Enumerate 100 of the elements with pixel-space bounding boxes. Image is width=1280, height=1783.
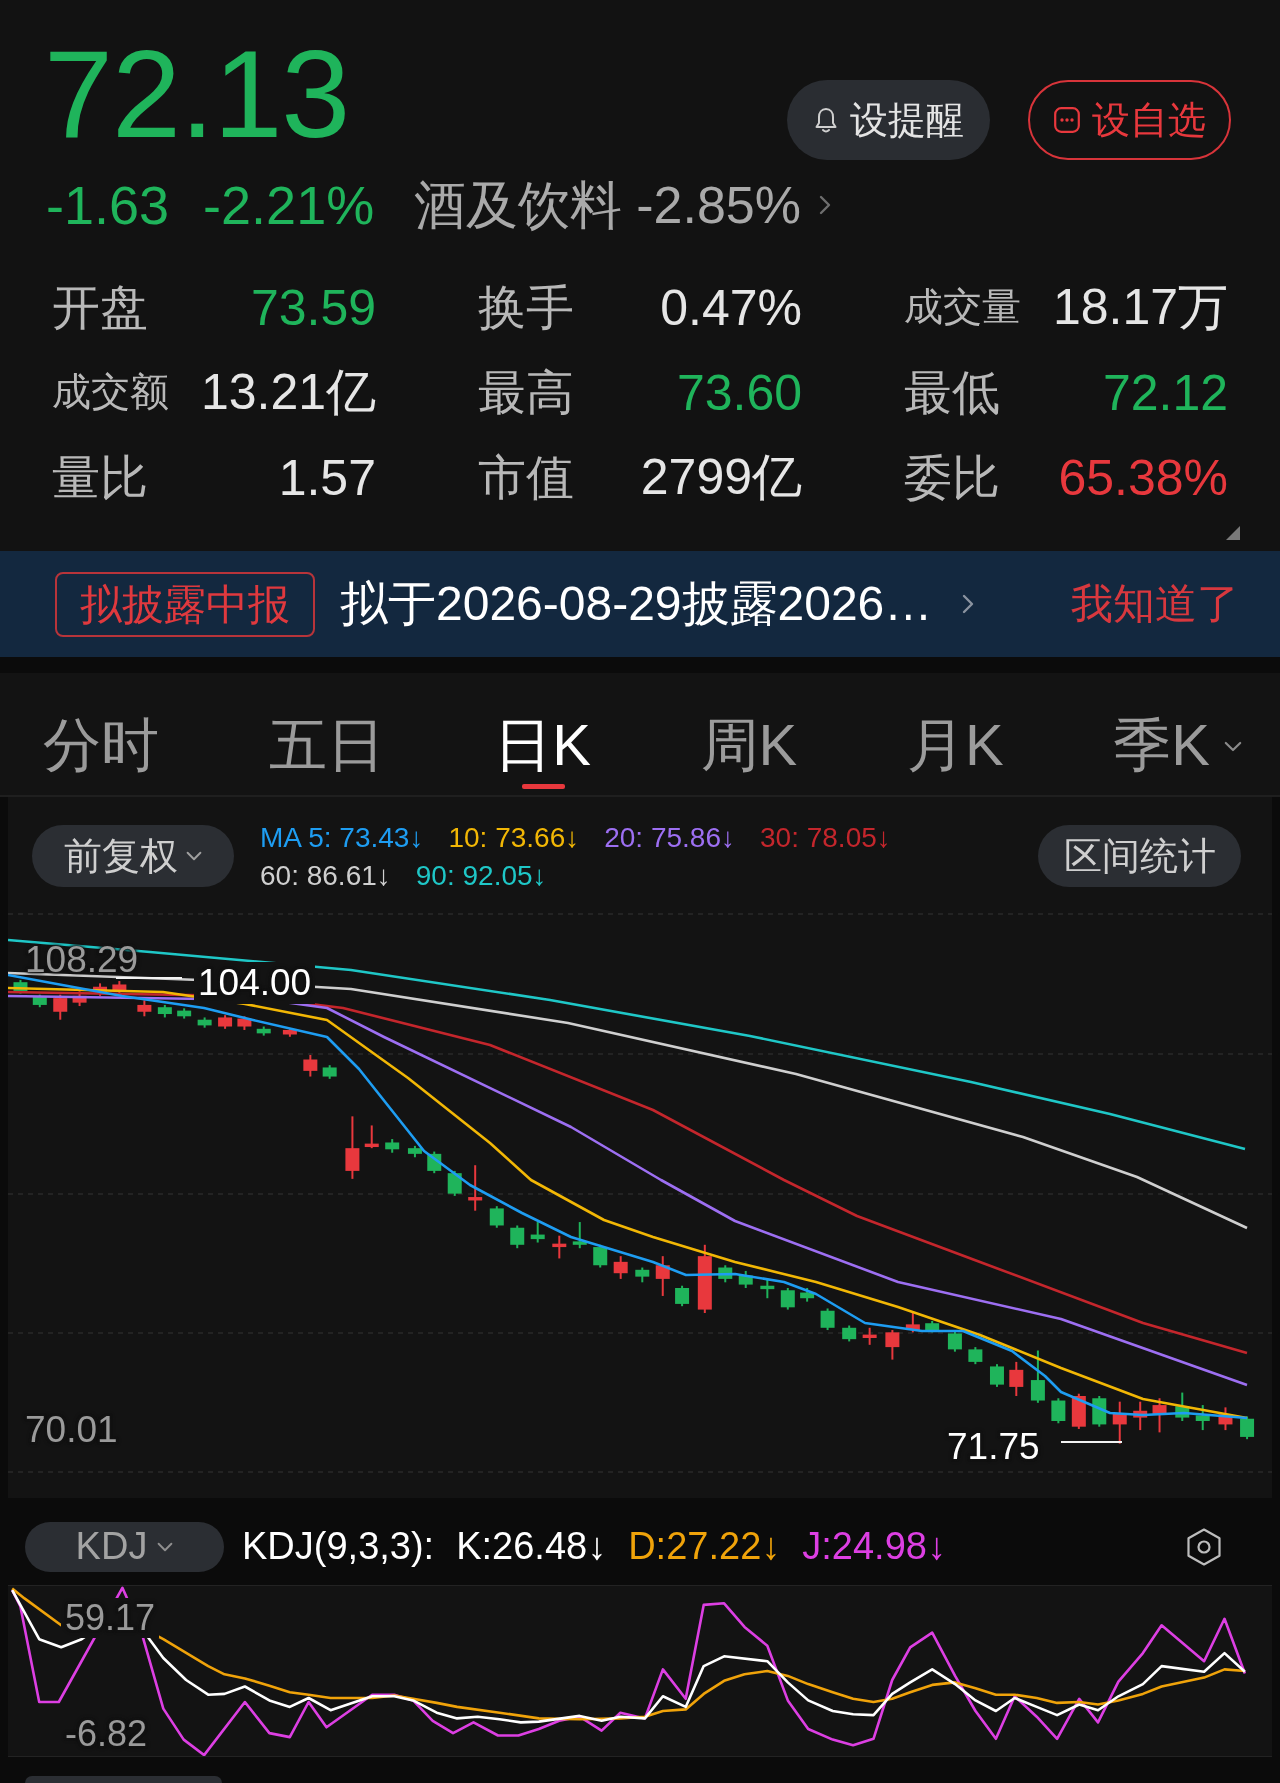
candle [407,1144,422,1159]
ma-legend-item: 60: 86.61↓ [260,859,391,893]
stat-label: 市值 [478,449,574,506]
candle [1152,1397,1167,1434]
stat-label: 换手 [478,279,574,336]
candle [197,1016,212,1029]
candle [655,1255,670,1297]
settings-icon[interactable] [1187,1527,1221,1566]
candle [322,1064,337,1080]
candle [842,1324,857,1343]
range-stats-button[interactable]: 区间统计 [1038,825,1241,887]
ma-legend-item: 30: 78.05↓ [760,821,891,855]
stat-value: 73.60 [676,363,802,422]
candle [760,1277,775,1300]
ma-legend-item: 10: 73.66↓ [448,821,580,855]
chevron-right-icon [962,594,975,614]
stat-label: 成交量 [904,284,1021,330]
chevron-down-icon [186,851,202,861]
expand-triangle-icon[interactable] [1226,526,1240,540]
candle [447,1169,462,1197]
candle [697,1243,712,1314]
price-change: -1.63 [46,174,170,237]
kdj-title: KDJ(9,3,3): [242,1525,435,1568]
period-tab[interactable]: 五日 [268,673,385,795]
candle [427,1150,442,1175]
candle [72,990,87,1008]
period-tab[interactable]: 日K [494,673,591,795]
stat-value: 18.17万 [1052,278,1228,337]
adjustment-selector[interactable]: 前复权 [32,825,234,887]
stat-value: 72.12 [1102,363,1228,422]
candle [635,1266,650,1284]
stat-label: 成交额 [52,369,169,415]
candle [613,1255,628,1280]
max-price-label: 104.00 [194,962,316,1004]
candle [738,1269,753,1289]
ma-legend-item: 90: 92.05↓ [415,859,547,893]
set-alert-button[interactable]: 设提醒 [787,80,990,160]
candle [157,1003,172,1019]
candle [862,1326,877,1346]
candle [510,1224,525,1250]
ma-legend-item: MA 5: 73.43↓ [260,821,424,855]
sector-link[interactable]: 酒及饮料 -2.85% [414,165,831,245]
candle [93,982,108,997]
candle [1240,1415,1255,1441]
candle [572,1221,587,1250]
stat-value: 2799亿 [640,448,802,507]
stat-value: 13.21亿 [200,363,376,422]
chevron-down-icon [1223,740,1242,752]
candle [468,1164,483,1212]
stat-label: 最高 [478,364,574,421]
chevron-down-icon [157,1541,174,1552]
candle [385,1138,400,1154]
stat-label: 开盘 [52,279,148,336]
candle [780,1287,795,1311]
add-watchlist-button[interactable]: 设自选 [1028,80,1231,160]
period-tab[interactable]: 周K [700,673,798,795]
candle [885,1329,900,1361]
stat-label: 委比 [904,449,1000,506]
ma-legend-item: 20: 75.86↓ [604,821,735,855]
leader-line [1061,1441,1122,1443]
candle [968,1346,983,1366]
candle [1071,1392,1086,1430]
stat-value: 1.57 [278,448,376,507]
stat-label: 最低 [904,364,1000,421]
stat-value: 73.59 [250,278,376,337]
kdj-value: J:24.98↓ [802,1525,946,1568]
axis-label: 70.01 [25,1409,118,1451]
report-tag: 拟披露中报 [55,571,315,637]
candle [675,1284,690,1308]
axis-label: 59.17 [61,1598,160,1638]
notice-link[interactable]: 拟于2026-08-29披露2026… [340,572,975,636]
leader-line [116,977,182,979]
candle [530,1221,545,1244]
period-tab[interactable]: 季K [1113,673,1242,795]
candle [1195,1404,1210,1432]
candle [256,1025,271,1037]
candle [820,1307,835,1332]
period-tab[interactable]: 分时 [43,673,159,795]
candle [1030,1349,1045,1404]
percent-change: -2.21% [203,174,375,237]
candle [718,1264,733,1284]
kdj-value: K:26.48↓ [456,1525,607,1568]
candle [177,1007,192,1020]
candle [1175,1391,1190,1422]
candle [1051,1397,1066,1425]
kdj-value: D:27.22↓ [628,1525,781,1568]
candle [905,1312,920,1334]
period-tab[interactable]: 月K [906,673,1004,795]
candle [218,1014,233,1030]
candle [112,980,127,995]
candle [282,1027,297,1038]
indicator-selector[interactable]: KDJ [25,1521,224,1572]
candle [1112,1400,1127,1445]
candle [800,1287,815,1303]
min-price-label: 71.75 [947,1426,1040,1468]
candle [364,1124,379,1150]
dots-square-icon [1053,107,1080,133]
candle [137,999,152,1018]
stat-value: 65.38% [1058,448,1228,507]
candle [1009,1360,1024,1397]
